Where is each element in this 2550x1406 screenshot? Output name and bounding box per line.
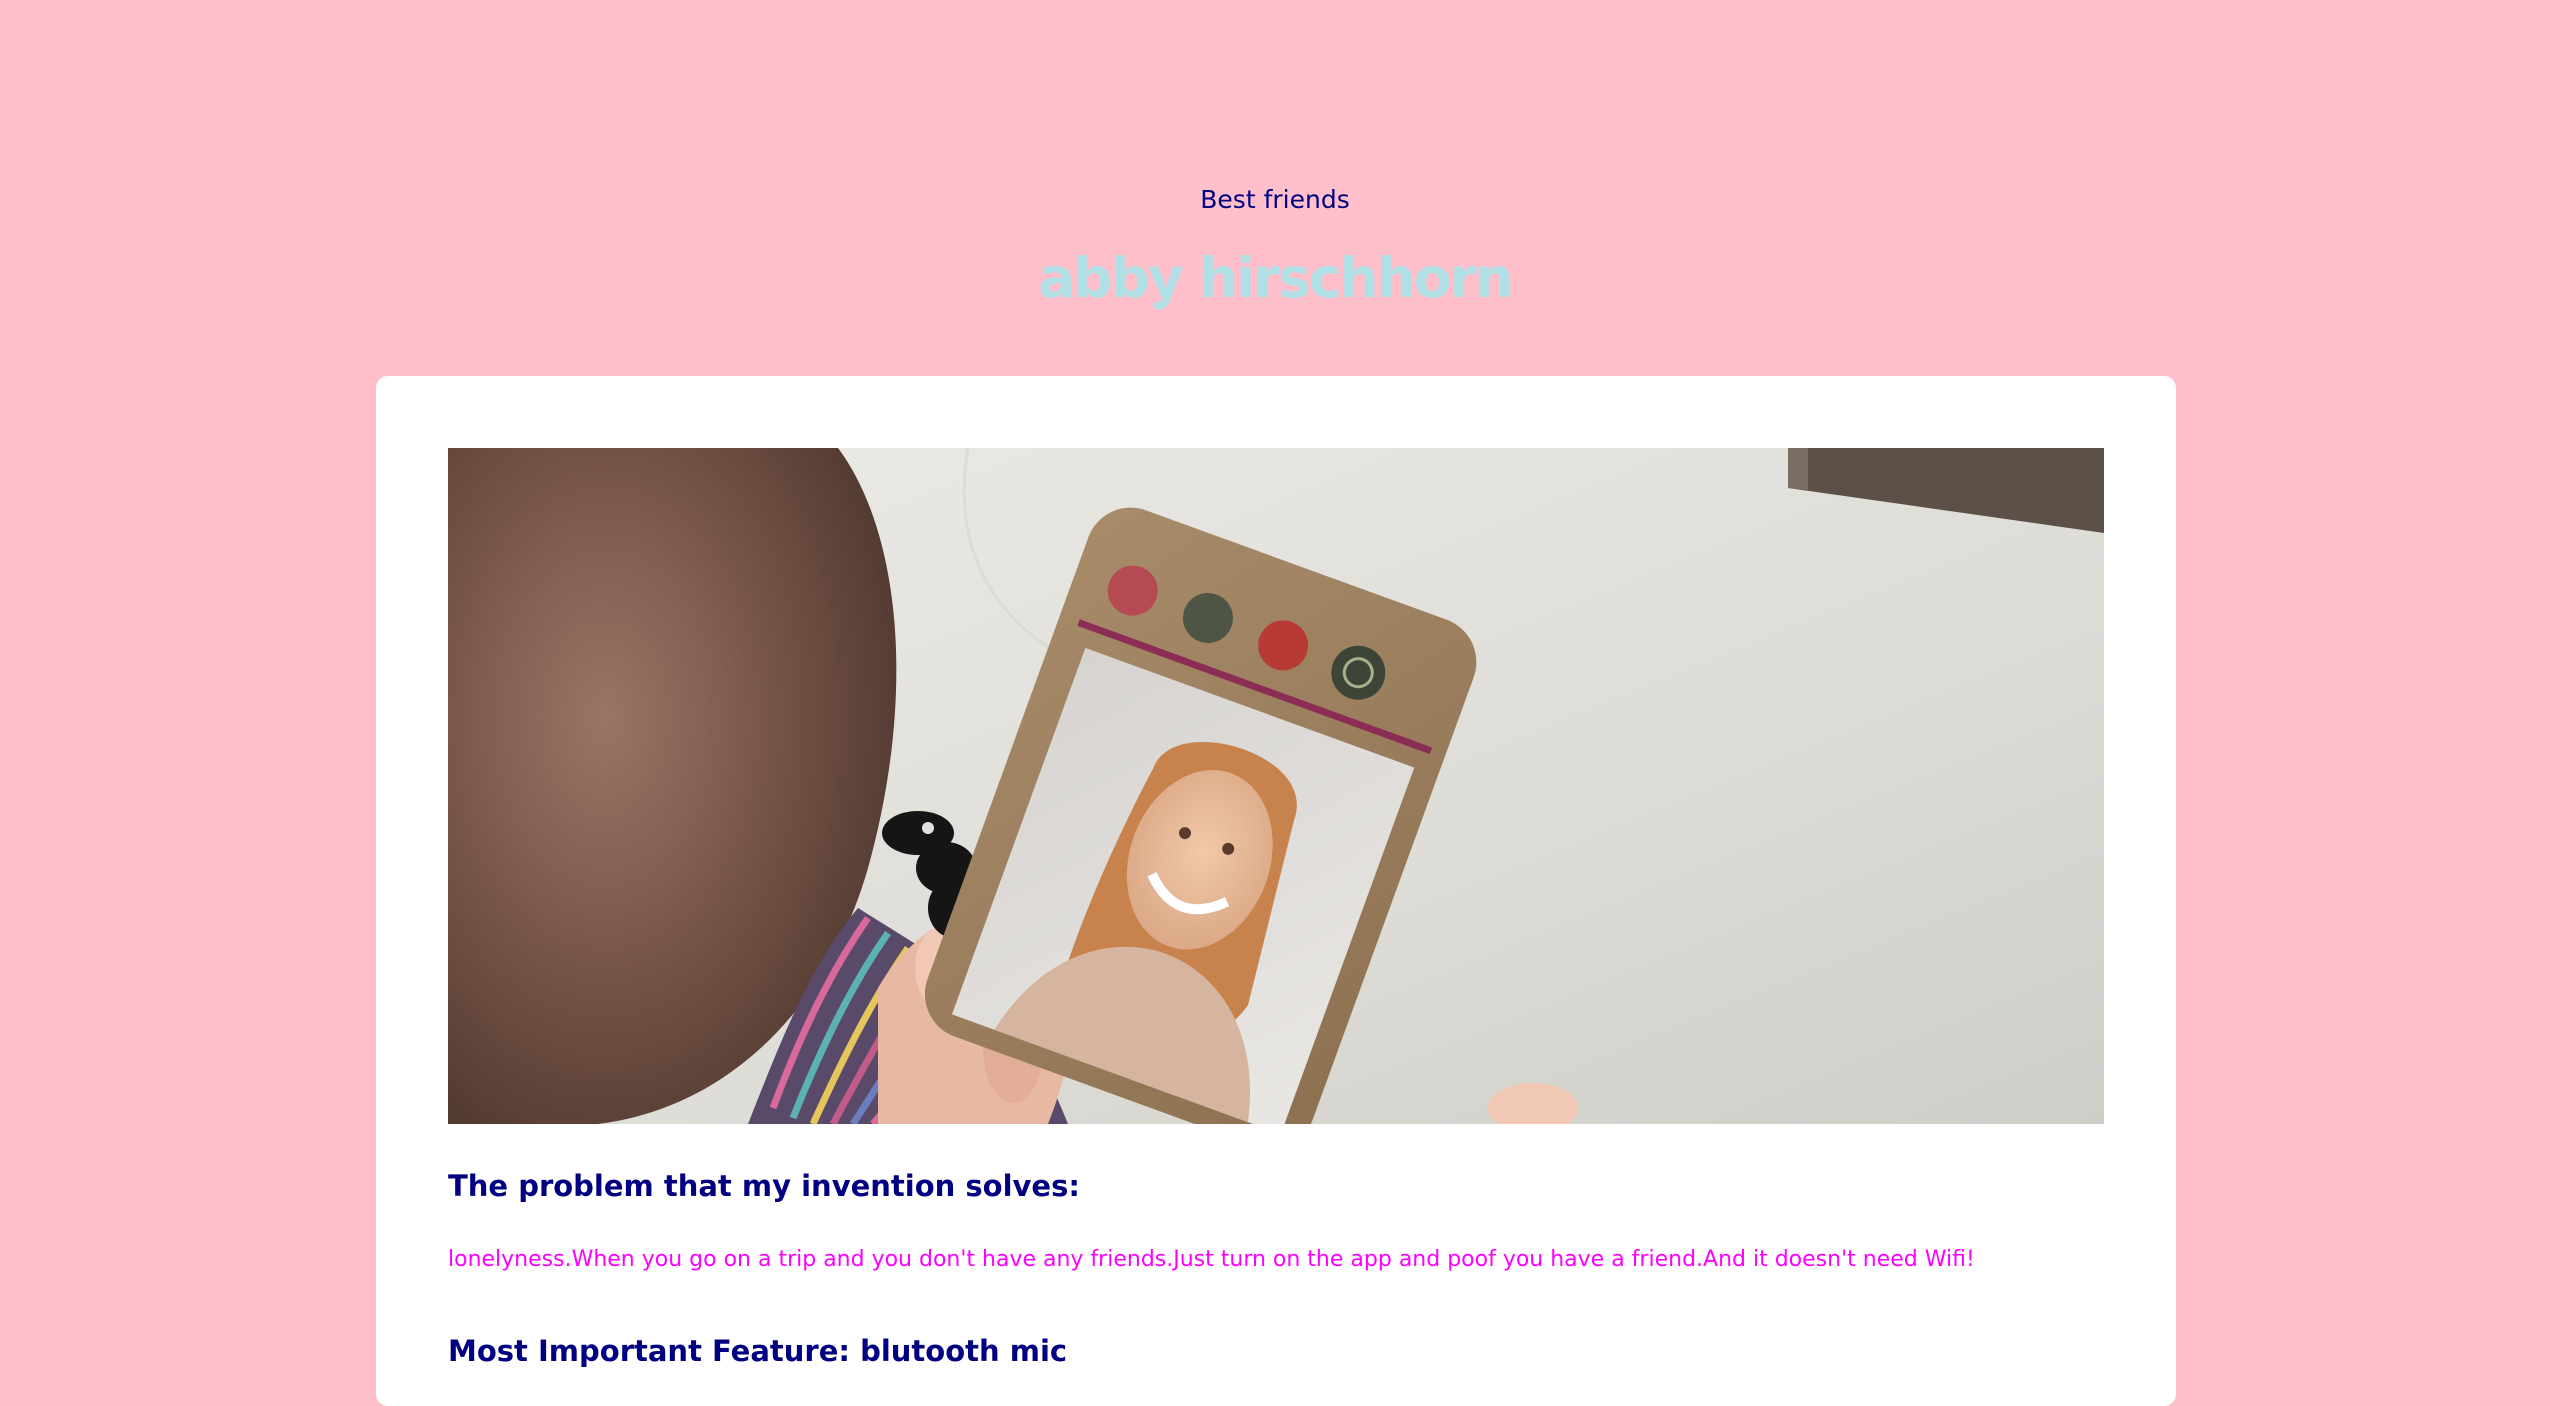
- problem-heading: The problem that my invention solves:: [448, 1169, 1080, 1203]
- feature-heading: Most Important Feature: blutooth mic: [448, 1334, 1068, 1368]
- invention-photo: [448, 448, 2104, 1124]
- page-subtitle: Best friends: [1200, 185, 1350, 214]
- page-title: abby hirschhorn: [1038, 246, 1514, 310]
- project-card: The problem that my invention solves: lo…: [376, 376, 2176, 1406]
- problem-description: lonelyness.When you go on a trip and you…: [448, 1247, 1975, 1272]
